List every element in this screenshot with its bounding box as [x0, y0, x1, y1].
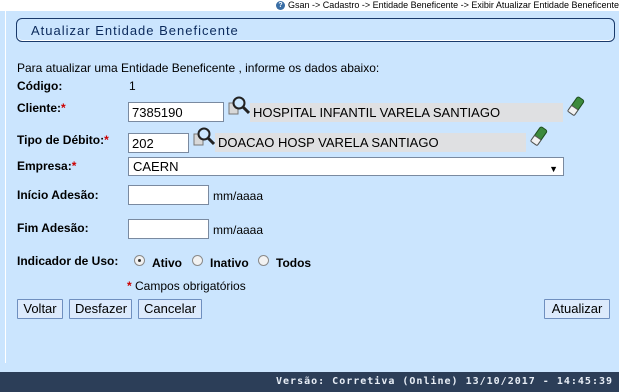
- breadcrumb: ? Gsan -> Cadastro -> Entidade Beneficent…: [0, 0, 619, 11]
- inicio-adesao-hint: mm/aaaa: [213, 189, 264, 203]
- codigo-label: Código:: [17, 79, 63, 93]
- radio-ativo[interactable]: [134, 255, 145, 266]
- desfazer-button[interactable]: Desfazer: [69, 299, 132, 319]
- fim-adesao-label: Fim Adesão:: [17, 221, 89, 235]
- codigo-value: 1: [129, 79, 136, 93]
- fim-adesao-input[interactable]: [128, 219, 209, 239]
- fim-adesao-hint: mm/aaaa: [213, 223, 264, 237]
- cliente-code-input[interactable]: [128, 102, 224, 122]
- radio-inativo-label: Inativo: [210, 256, 249, 270]
- empresa-label: Empresa:*: [17, 159, 76, 173]
- cliente-label: Cliente:*: [17, 101, 66, 115]
- page-title: Atualizar Entidade Beneficente: [31, 23, 239, 38]
- instructions-text: Para atualizar uma Entidade Beneficente …: [17, 61, 380, 75]
- required-star: *: [71, 159, 77, 173]
- form-panel: Atualizar Entidade Beneficente Para atua…: [5, 11, 615, 363]
- breadcrumb-text: Gsan -> Cadastro -> Entidade Beneficente…: [288, 0, 619, 10]
- radio-todos[interactable]: [258, 255, 269, 266]
- tipo-debito-label-text: Tipo de Débito:: [17, 133, 105, 147]
- cancelar-button[interactable]: Cancelar: [138, 299, 202, 319]
- required-star: *: [61, 101, 66, 115]
- required-note-text: Campos obrigatórios: [135, 279, 246, 293]
- voltar-button[interactable]: Voltar: [17, 299, 63, 319]
- required-star: *: [127, 279, 132, 293]
- tipo-debito-label: Tipo de Débito:*: [17, 133, 109, 147]
- empresa-selected-value: CAERN: [133, 159, 179, 174]
- help-icon[interactable]: ?: [276, 1, 286, 11]
- dropdown-arrow-icon: ▼: [549, 164, 558, 174]
- tipo-debito-code-input[interactable]: [128, 133, 189, 153]
- inicio-adesao-input[interactable]: [128, 185, 209, 205]
- required-star: *: [104, 133, 109, 147]
- cliente-label-text: Cliente:: [17, 101, 62, 115]
- empresa-label-text: Empresa:: [17, 159, 72, 173]
- inicio-adesao-label: Início Adesão:: [17, 188, 99, 202]
- tipo-debito-name-field: DOACAO HOSP VARELA SANTIAGO: [215, 133, 526, 152]
- atualizar-button[interactable]: Atualizar: [544, 299, 610, 319]
- required-note: * Campos obrigatórios: [127, 279, 246, 293]
- search-tipo-debito-icon[interactable]: [193, 126, 215, 146]
- empresa-select[interactable]: CAERN ▼: [128, 157, 564, 176]
- search-cliente-icon[interactable]: [228, 95, 250, 115]
- radio-todos-label: Todos: [276, 256, 312, 270]
- eraser-cliente-icon[interactable]: [567, 96, 585, 116]
- radio-inativo[interactable]: [192, 255, 203, 266]
- version-footer: Versão: Corretiva (Online) 13/10/2017 - …: [0, 372, 619, 392]
- radio-ativo-label: Ativo: [152, 256, 182, 270]
- title-bar: Atualizar Entidade Beneficente: [16, 18, 615, 42]
- indicador-uso-label: Indicador de Uso:: [17, 254, 119, 268]
- eraser-tipo-debito-icon[interactable]: [530, 126, 548, 146]
- cliente-name-field: HOSPITAL INFANTIL VARELA SANTIAGO: [250, 103, 563, 122]
